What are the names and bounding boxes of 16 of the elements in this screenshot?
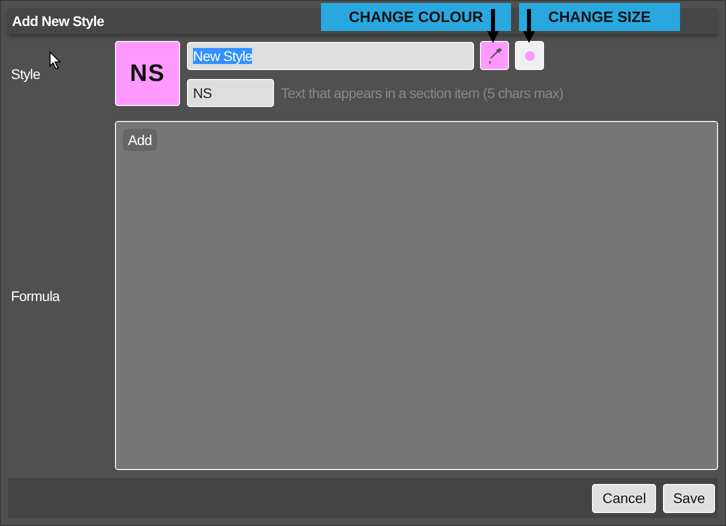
style-label: Style [11, 66, 40, 82]
down-arrow-icon [487, 9, 499, 43]
cursor-icon [49, 51, 61, 69]
eyedropper-icon [486, 46, 502, 64]
down-arrow-icon [523, 9, 535, 43]
cancel-button[interactable]: Cancel [592, 484, 656, 512]
color-button[interactable] [480, 41, 509, 70]
add-button[interactable]: Add [123, 129, 157, 151]
callout-label: CHANGE SIZE [519, 3, 680, 31]
hint-text: Text that appears in a section item (5 chars max) [281, 85, 564, 101]
style-preview: NS [115, 41, 180, 106]
dot-icon [524, 50, 534, 60]
save-button[interactable]: Save [663, 484, 715, 512]
formula-label: Formula [11, 288, 60, 304]
abbreviation-field[interactable]: NS [187, 79, 274, 107]
callout-label: CHANGE COLOUR [321, 3, 511, 31]
